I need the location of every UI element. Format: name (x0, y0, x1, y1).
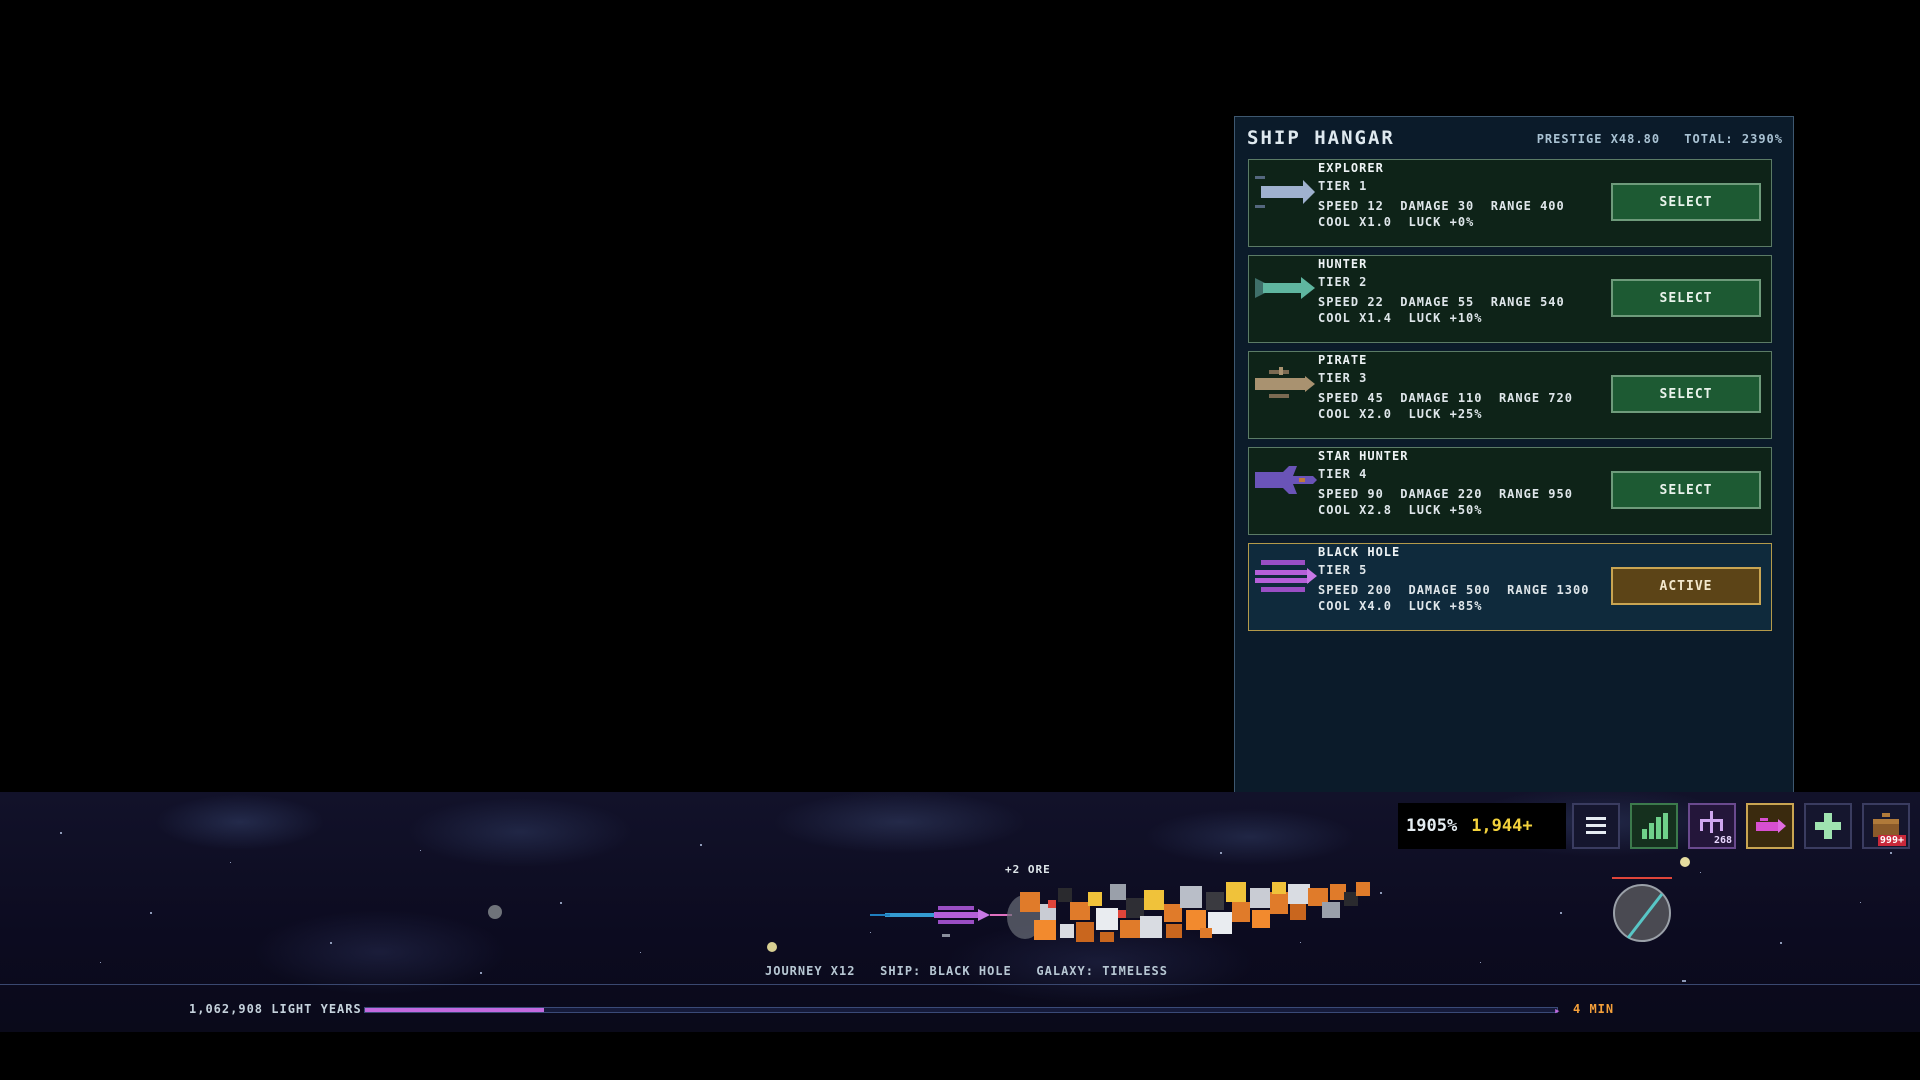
ship-card-star-hunter: STAR HUNTER TIER 4 SPEED 90 DAMAGE 220 R… (1248, 447, 1772, 535)
ship-stats-secondary: COOL X2.8 LUCK +50% (1318, 503, 1483, 517)
ship-name: STAR HUNTER (1318, 449, 1409, 463)
upgrade-badge: 268 (1713, 835, 1732, 846)
ship-hangar-button[interactable] (1746, 803, 1794, 849)
ship-tier: TIER 1 (1318, 179, 1368, 193)
enemy-planet (1612, 877, 1672, 942)
active-black-hole-button[interactable]: ACTIVE (1611, 567, 1761, 605)
ship-card-pirate: PIRATE TIER 3 SPEED 45 DAMAGE 110 RANGE … (1248, 351, 1772, 439)
ore-value: 1,944+ (1471, 816, 1533, 836)
stats-chart-icon (1642, 813, 1668, 839)
ship-stats-secondary: COOL X4.0 LUCK +85% (1318, 599, 1483, 613)
upgrade-tree-button[interactable]: 268 (1688, 803, 1736, 849)
progress-bar (364, 1007, 1558, 1013)
ship-stats-secondary: COOL X1.0 LUCK +0% (1318, 215, 1475, 229)
progress-bar-fill (365, 1008, 544, 1012)
prestige-multiplier: PRESTIGE X48.80 (1536, 132, 1661, 146)
ship-card-black-hole: BLACK HOLE TIER 5 SPEED 200 DAMAGE 500 R… (1248, 543, 1772, 631)
black-hole-ship-icon (1255, 560, 1317, 592)
ship-stats-primary: SPEED 45 DAMAGE 110 RANGE 720 (1318, 391, 1573, 405)
hunter-ship-icon (1255, 277, 1315, 299)
asteroid (1680, 857, 1690, 867)
journey-progress: 1,062,908 LIGHT YEARS ▸ 4 MIN (0, 1002, 1920, 1018)
divider (0, 984, 1920, 985)
star-hunter-ship-icon (1255, 466, 1317, 494)
asteroid (767, 942, 777, 952)
menu-icon (1586, 817, 1606, 834)
total-bonus: TOTAL: 2390% (1684, 132, 1783, 146)
pirate-ship-icon (1255, 367, 1315, 398)
ship-name: BLACK HOLE (1318, 545, 1401, 559)
eta-label: 4 MIN (1573, 1002, 1615, 1016)
select-pirate-button[interactable]: SELECT (1611, 375, 1761, 413)
ship-tier: TIER 4 (1318, 467, 1368, 481)
ship-card-hunter: HUNTER TIER 2 SPEED 22 DAMAGE 55 RANGE 5… (1248, 255, 1772, 343)
ship-stats-secondary: COOL X2.0 LUCK +25% (1318, 407, 1483, 421)
crew-plus-icon (1815, 813, 1841, 839)
journey-info: JOURNEY X12 SHIP: BLACK HOLE GALAXY: TIM… (765, 964, 1169, 978)
progress-end-marker-icon: ▸ (1554, 1004, 1561, 1017)
explorer-ship-icon (1255, 176, 1315, 208)
ship-hangar-panel: SHIP HANGAR PRESTIGE X48.80 TOTAL: 2390%… (1234, 116, 1794, 796)
distance-label: 1,062,908 LIGHT YEARS (189, 1002, 362, 1016)
ship-hangar-icon (1756, 818, 1786, 833)
ore-gain-popup: +2 ORE (1005, 863, 1051, 876)
crew-button[interactable] (1804, 803, 1852, 849)
ship-card-explorer: EXPLORER TIER 1 SPEED 12 DAMAGE 30 RANGE… (1248, 159, 1772, 247)
select-explorer-button[interactable]: SELECT (1611, 183, 1761, 221)
ship-name: PIRATE (1318, 353, 1368, 367)
ship-stats-primary: SPEED 12 DAMAGE 30 RANGE 400 (1318, 199, 1565, 213)
asteroid (488, 905, 502, 919)
ship-stats-primary: SPEED 90 DAMAGE 220 RANGE 950 (1318, 487, 1573, 501)
hangar-title: SHIP HANGAR (1247, 127, 1395, 149)
ship-name: EXPLORER (1318, 161, 1384, 175)
menu-button[interactable] (1572, 803, 1620, 849)
ship-tier: TIER 5 (1318, 563, 1368, 577)
ship-stats-primary: SPEED 200 DAMAGE 500 RANGE 1300 (1318, 583, 1590, 597)
ship-stats-secondary: COOL X1.4 LUCK +10% (1318, 311, 1483, 325)
player-ship-black-hole (870, 906, 1012, 937)
select-hunter-button[interactable]: SELECT (1611, 279, 1761, 317)
hangar-stats: PRESTIGE X48.80 TOTAL: 2390% (1537, 132, 1783, 146)
ship-tier: TIER 2 (1318, 275, 1368, 289)
cargo-badge: 999+ (1877, 835, 1906, 846)
asteroid-cluster (1007, 882, 1370, 942)
stats-button[interactable] (1630, 803, 1678, 849)
cargo-button[interactable]: 999+ (1862, 803, 1910, 849)
select-star-hunter-button[interactable]: SELECT (1611, 471, 1761, 509)
percent-value: 1905% (1406, 816, 1458, 836)
ship-name: HUNTER (1318, 257, 1368, 271)
ship-tier: TIER 3 (1318, 371, 1368, 385)
resource-readout: 1905% 1,944+ (1398, 803, 1566, 849)
ship-stats-primary: SPEED 22 DAMAGE 55 RANGE 540 (1318, 295, 1565, 309)
